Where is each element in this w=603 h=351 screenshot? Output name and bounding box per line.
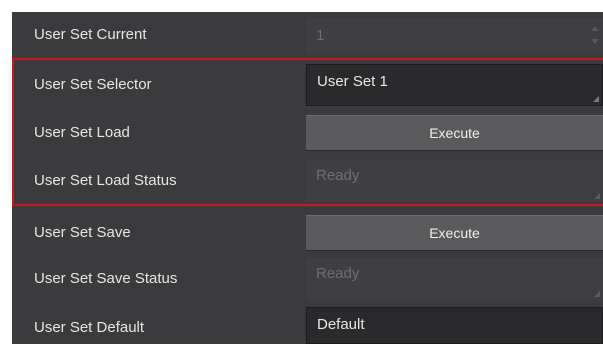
spinner-arrows <box>591 24 599 46</box>
user-set-save-label: User Set Save <box>34 224 131 241</box>
row-user-set-save-status: User Set Save Status Ready <box>12 256 603 302</box>
user-set-save-status-value: Ready <box>316 265 360 282</box>
spin-up-icon <box>591 26 599 31</box>
row-user-set-default: User Set Default Default <box>12 305 603 351</box>
user-set-load-status-label: User Set Load Status <box>34 172 177 189</box>
row-user-set-load: User Set Load Execute <box>12 110 603 156</box>
dropdown-corner-icon <box>593 96 599 102</box>
row-user-set-selector: User Set Selector User Set 1 <box>12 62 603 108</box>
user-set-current-value: 1 <box>316 27 325 44</box>
field-corner-icon <box>594 291 600 297</box>
user-set-save-status-field: Ready <box>306 258 603 300</box>
user-set-current-spinbox: 1 <box>306 18 603 53</box>
row-user-set-current: User Set Current 1 <box>12 12 603 58</box>
user-set-load-execute-label: Execute <box>429 125 480 141</box>
user-set-selector-dropdown[interactable]: User Set 1 <box>306 64 603 106</box>
parameter-panel: User Set Current 1 User Set Selector Use… <box>12 12 603 344</box>
user-set-selector-value: User Set 1 <box>317 73 388 90</box>
user-set-save-status-label: User Set Save Status <box>34 270 178 287</box>
user-set-load-execute-button[interactable]: Execute <box>306 115 603 151</box>
spin-down-icon <box>591 39 599 44</box>
user-set-selector-label: User Set Selector <box>34 76 152 93</box>
row-user-set-load-status: User Set Load Status Ready <box>12 158 603 204</box>
user-set-default-dropdown[interactable]: Default <box>306 307 603 344</box>
user-set-save-execute-button[interactable]: Execute <box>306 215 603 251</box>
field-corner-icon <box>594 193 600 199</box>
user-set-default-label: User Set Default <box>34 319 145 336</box>
user-set-load-status-value: Ready <box>316 167 360 184</box>
user-set-default-value: Default <box>317 316 365 333</box>
user-set-current-label: User Set Current <box>34 26 147 43</box>
user-set-save-execute-label: Execute <box>429 225 480 241</box>
user-set-load-status-field: Ready <box>306 160 603 202</box>
row-user-set-save: User Set Save Execute <box>12 210 603 256</box>
user-set-load-label: User Set Load <box>34 124 130 141</box>
